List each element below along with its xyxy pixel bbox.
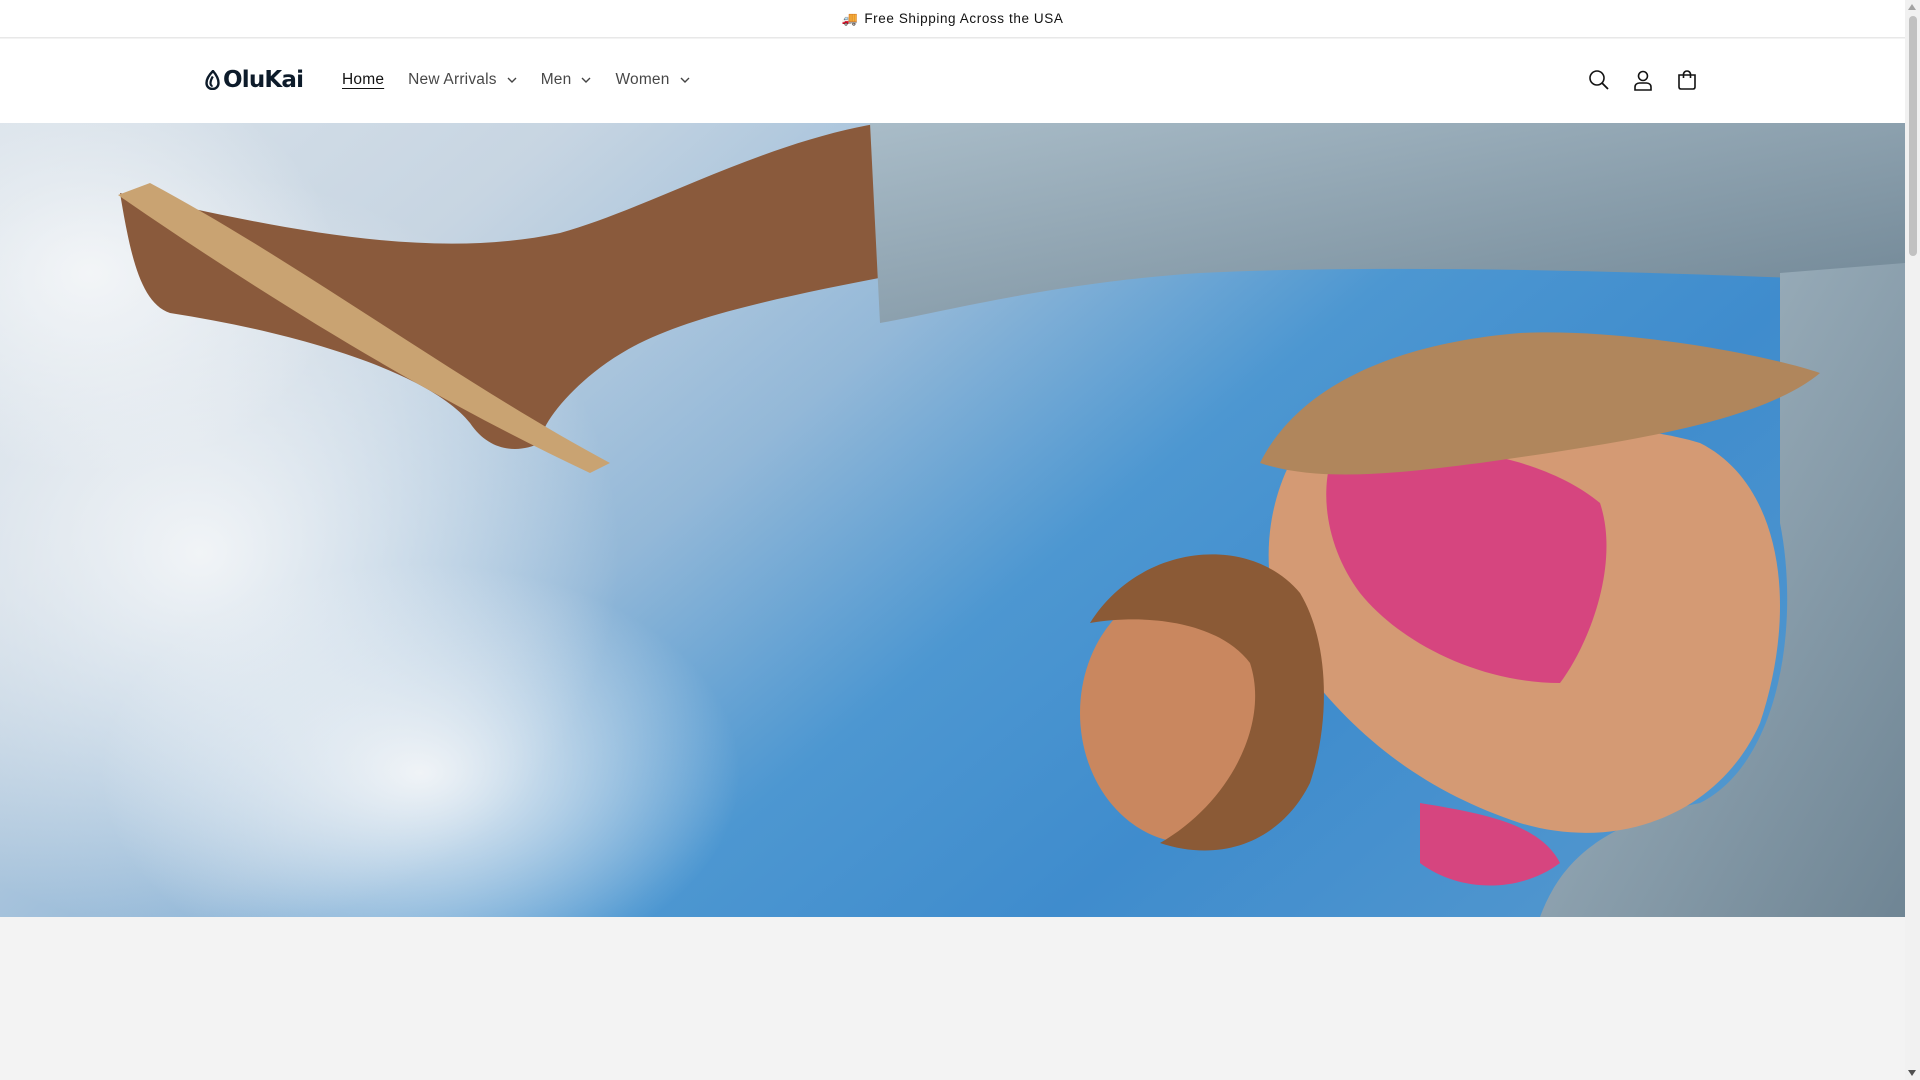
cart-button[interactable] [1671,64,1703,96]
account-button[interactable] [1627,64,1659,96]
nav-item-label: New Arrivals [408,71,497,88]
logo-text: OluKai [223,67,304,93]
scroll-down-icon[interactable] [1908,1070,1916,1076]
olukai-logo-mark-icon [205,70,220,90]
account-icon [1634,70,1652,91]
search-icon [1589,70,1609,90]
search-button[interactable] [1583,64,1615,96]
jeans-shape [870,123,1905,323]
nav-item-label: Home [342,71,385,88]
logo-link[interactable]: OluKai [205,67,304,93]
announcement-text: Free Shipping Across the USA [864,11,1064,26]
page: 🚚 Free Shipping Across the USA OluKai Ho… [0,0,1905,1080]
nav-item-home[interactable]: Home [342,71,384,89]
nav-item-women[interactable]: Women [615,71,690,89]
cart-icon [1678,70,1696,90]
scrollbar-thumb[interactable] [1909,16,1917,256]
header-icons [1583,64,1715,96]
truck-icon: 🚚 [841,10,859,26]
chevron-down-icon [507,77,517,83]
hero-illustration [0,123,1905,917]
scrollbar[interactable] [1905,0,1920,1080]
chevron-down-icon [581,77,591,83]
nav-item-new-arrivals[interactable]: New Arrivals [408,71,517,89]
chevron-down-icon [680,77,690,83]
nav-item-label: Men [540,71,572,88]
main-nav: Home New Arrivals Men Women [342,69,714,91]
site-header: OluKai Home New Arrivals Men Women [0,39,1905,123]
sandal-shape [1260,332,1820,475]
nav-item-label: Women [615,71,670,88]
hero-banner-image[interactable] [0,123,1905,917]
scroll-up-icon[interactable] [1908,4,1916,10]
nav-item-men[interactable]: Men [541,71,592,89]
announcement-bar: 🚚 Free Shipping Across the USA [0,0,1905,38]
